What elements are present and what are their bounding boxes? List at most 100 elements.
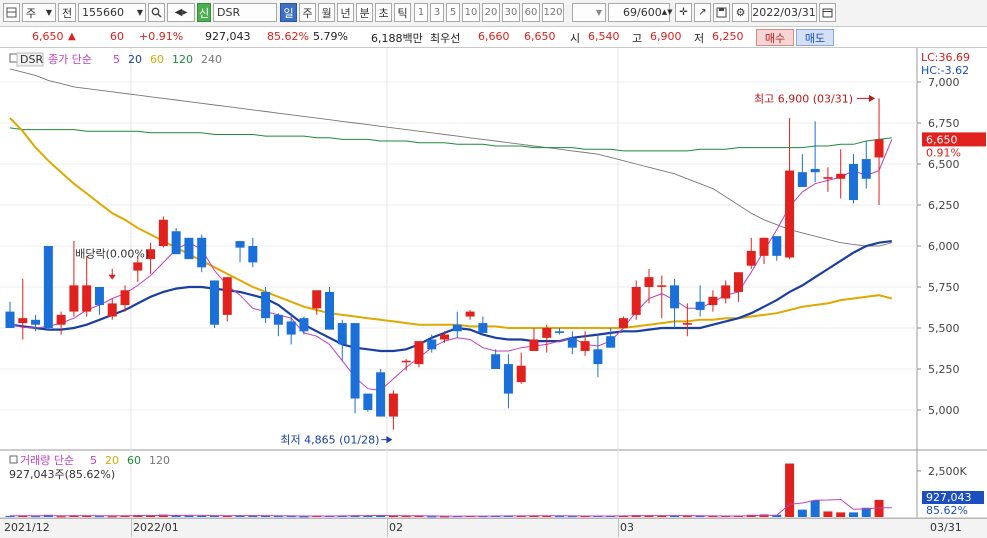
candle-body bbox=[209, 280, 219, 325]
interval-tab[interactable]: 120 bbox=[542, 3, 564, 22]
bid-price: 6,650 bbox=[524, 30, 556, 43]
code-input[interactable]: 155660 ▼ bbox=[78, 3, 146, 22]
candle-body bbox=[695, 301, 705, 310]
candle-body bbox=[325, 291, 334, 330]
buy-button[interactable]: 매수 bbox=[756, 29, 794, 46]
candle-body bbox=[414, 341, 424, 365]
current-price: 6,650 bbox=[32, 30, 64, 43]
interval-tab[interactable]: 30 bbox=[502, 3, 520, 22]
date-label-dec: 2021/12 bbox=[4, 521, 50, 534]
date-tick bbox=[131, 519, 132, 537]
low-label: 저 bbox=[694, 32, 705, 45]
trendline-icon[interactable]: ↗ bbox=[694, 3, 711, 22]
candle-body bbox=[69, 285, 79, 312]
interval-tab[interactable]: 5 bbox=[446, 3, 460, 22]
price-volume-chart[interactable]: DSR 종가 단순 5 20 60 120 240 LC:36.69 HC:-3.62 … bbox=[0, 48, 987, 520]
candle-body bbox=[388, 393, 398, 417]
period-tab[interactable]: 틱 bbox=[394, 3, 411, 22]
volume-legend-period: 120 bbox=[149, 454, 170, 467]
candle-body bbox=[721, 285, 731, 299]
candle-body bbox=[606, 336, 616, 348]
volume-legend-period: 20 bbox=[105, 454, 119, 467]
volume-ma-legend: 5 20 60 120 bbox=[90, 454, 170, 467]
sound-prev-icon[interactable]: ◀▸ bbox=[167, 3, 195, 22]
volume-bar bbox=[184, 515, 194, 517]
quote-strip: 6,650 ▲ 60 +0.91% 927,043 85.62% 5.79% 6… bbox=[0, 27, 987, 48]
candle-body bbox=[555, 331, 565, 333]
volume-bar bbox=[785, 463, 795, 517]
interval-tab[interactable]: 3 bbox=[430, 3, 444, 22]
volume-title: 거래량 단순 bbox=[20, 454, 74, 467]
best-quote-label: 최우선 bbox=[430, 32, 461, 45]
sell-button[interactable]: 매도 bbox=[796, 29, 834, 46]
ma-legend-period: 60 bbox=[150, 53, 164, 66]
low-annotation: 최저 4,865 (01/28) bbox=[280, 434, 379, 447]
ma-legend-period: 240 bbox=[201, 53, 222, 66]
low-price: 6,250 bbox=[712, 30, 744, 43]
period-tab[interactable]: 월 bbox=[318, 3, 335, 22]
candle-body bbox=[580, 341, 590, 351]
price-change-pct: +0.91% bbox=[139, 30, 184, 43]
price-tick-label: 6,000 bbox=[928, 240, 960, 253]
candle-body bbox=[286, 321, 296, 335]
price-tick-label: 5,250 bbox=[928, 363, 960, 376]
candle-body bbox=[759, 237, 769, 256]
volume-value: 927,043 bbox=[205, 30, 251, 43]
interval-tab[interactable]: 20 bbox=[482, 3, 500, 22]
chart-area[interactable]: DSR 종가 단순 5 20 60 120 240 LC:36.69 HC:-3.62 … bbox=[0, 48, 987, 520]
period-dropdown[interactable]: 주 ▼ bbox=[22, 3, 56, 22]
crosshair-icon[interactable]: ✛ bbox=[675, 3, 692, 22]
candle-body bbox=[529, 339, 539, 351]
date-label-last: 03/31 bbox=[930, 521, 962, 534]
interval-tab[interactable]: 10 bbox=[462, 3, 480, 22]
candle-body bbox=[503, 364, 513, 394]
candle-body bbox=[273, 314, 283, 325]
candle-body bbox=[235, 241, 245, 248]
volume-bar bbox=[797, 509, 807, 517]
candle-body bbox=[682, 323, 692, 325]
high-annotation: 최고 6,900 (03/31) bbox=[754, 92, 853, 105]
date-label-jan: 2022/01 bbox=[133, 521, 179, 534]
chart-type-icon[interactable] bbox=[3, 3, 20, 22]
current-price-tag-value: 6,650 bbox=[926, 133, 958, 146]
volume-ma5-line bbox=[10, 498, 892, 517]
code-value: 155660 bbox=[82, 6, 124, 19]
candle-body bbox=[516, 365, 526, 383]
count-input[interactable]: 69/600 ▲▼ bbox=[608, 3, 672, 22]
period-tab[interactable]: 초 bbox=[375, 3, 392, 22]
gear-icon[interactable]: ⚙ bbox=[732, 3, 749, 22]
volume-bar bbox=[94, 516, 104, 518]
period-tab[interactable]: 일 bbox=[280, 3, 297, 22]
ma-legend-period: 20 bbox=[128, 53, 142, 66]
candle-body bbox=[836, 173, 846, 179]
price-tick-label: 5,750 bbox=[928, 281, 960, 294]
search-icon[interactable] bbox=[148, 3, 165, 22]
interval-tab[interactable]: 1 bbox=[414, 3, 428, 22]
price-tick-label: 6,250 bbox=[928, 199, 960, 212]
candle-body bbox=[94, 287, 104, 306]
save-icon[interactable] bbox=[713, 3, 730, 22]
name-input[interactable]: DSR bbox=[213, 3, 277, 22]
chevron-down-icon: ▼ bbox=[595, 8, 602, 17]
interval-dropdown[interactable]: ▼ bbox=[572, 3, 606, 22]
candle-body bbox=[171, 231, 181, 255]
candle-body bbox=[542, 328, 552, 338]
volume-current-pct-tag: 85.62% bbox=[926, 504, 968, 517]
period-tab[interactable]: 년 bbox=[337, 3, 354, 22]
calendar-icon[interactable] bbox=[819, 3, 836, 22]
volume-bar bbox=[810, 500, 820, 517]
candle-body bbox=[299, 318, 309, 332]
candle-body bbox=[440, 334, 450, 340]
turnover-rate: 5.79% bbox=[313, 30, 348, 43]
prev-button[interactable]: 전 bbox=[58, 3, 76, 22]
period-tab[interactable]: 주 bbox=[299, 3, 316, 22]
volume-legend-box-icon bbox=[9, 455, 18, 464]
candle-body bbox=[133, 262, 143, 271]
date-input[interactable]: 2022/03/31 bbox=[751, 3, 817, 22]
interval-tab[interactable]: 60 bbox=[522, 3, 540, 22]
high-price: 6,900 bbox=[650, 30, 682, 43]
candle-body bbox=[670, 285, 680, 309]
open-label: 시 bbox=[570, 32, 581, 45]
period-tab[interactable]: 분 bbox=[356, 3, 373, 22]
ma-legend-period: 5 bbox=[113, 53, 120, 66]
